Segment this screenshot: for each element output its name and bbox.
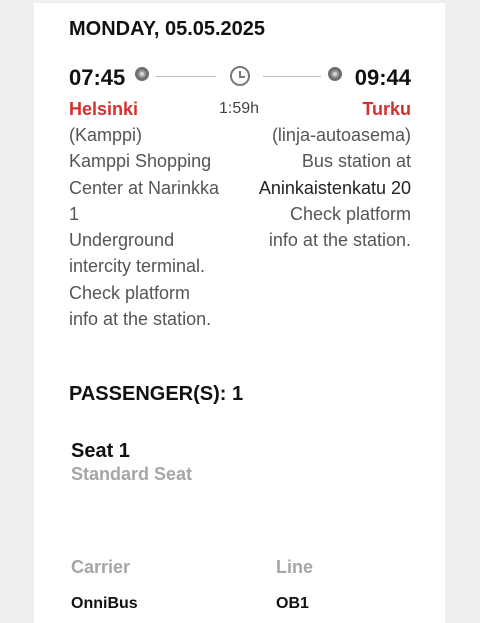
departure-desc-line: Check platform bbox=[69, 282, 191, 303]
arrival-desc-line: Check platform bbox=[289, 203, 411, 224]
route-line-right bbox=[263, 76, 321, 77]
passengers-heading: PASSENGER(S): 1 bbox=[69, 383, 244, 405]
departure-desc-line: Underground bbox=[69, 230, 175, 251]
seat-title: Seat 1 bbox=[71, 440, 130, 462]
arrival-time: 09:44 bbox=[354, 65, 411, 90]
arrival-desc-line: Bus station at bbox=[301, 151, 411, 172]
trip-date: MONDAY, 05.05.2025 bbox=[69, 18, 266, 40]
departure-desc-line: 1 bbox=[69, 203, 80, 224]
departure-desc-line: intercity terminal. bbox=[69, 256, 206, 277]
departure-desc-line: Kamppi Shopping bbox=[69, 151, 212, 172]
arrival-desc-line: Aninkaistenkatu 20 bbox=[258, 177, 411, 198]
departure-desc-line: (Kamppi) bbox=[69, 125, 143, 145]
arrival-stop-icon bbox=[328, 67, 342, 81]
ticket-card: MONDAY, 05.05.2025 07:45 09:44 Helsinki … bbox=[34, 3, 445, 623]
seat-type: Standard Seat bbox=[71, 464, 193, 484]
arrival-desc-line: (linja-autoasema) bbox=[271, 125, 411, 145]
line-label: Line bbox=[276, 557, 314, 577]
route-line-left bbox=[156, 76, 216, 77]
departure-desc-line: Center at Narinkka bbox=[69, 177, 220, 198]
carrier-label: Carrier bbox=[71, 557, 131, 577]
departure-description: (Kamppi) Kamppi Shopping Center at Narin… bbox=[69, 122, 234, 332]
arrival-desc-line: info at the station. bbox=[268, 230, 411, 251]
line-value: OB1 bbox=[276, 595, 309, 612]
departure-time: 07:45 bbox=[69, 65, 126, 90]
departure-desc-line: info at the station. bbox=[69, 309, 212, 330]
carrier-value: OnniBus bbox=[71, 595, 138, 612]
arrival-description: (linja-autoasema) Bus station at Aninkai… bbox=[236, 122, 411, 253]
trip-duration: 1:59h bbox=[219, 100, 260, 117]
arrival-city: Turku bbox=[362, 99, 411, 119]
clock-icon bbox=[230, 66, 250, 86]
departure-city: Helsinki bbox=[69, 99, 139, 119]
departure-stop-icon bbox=[135, 67, 149, 81]
